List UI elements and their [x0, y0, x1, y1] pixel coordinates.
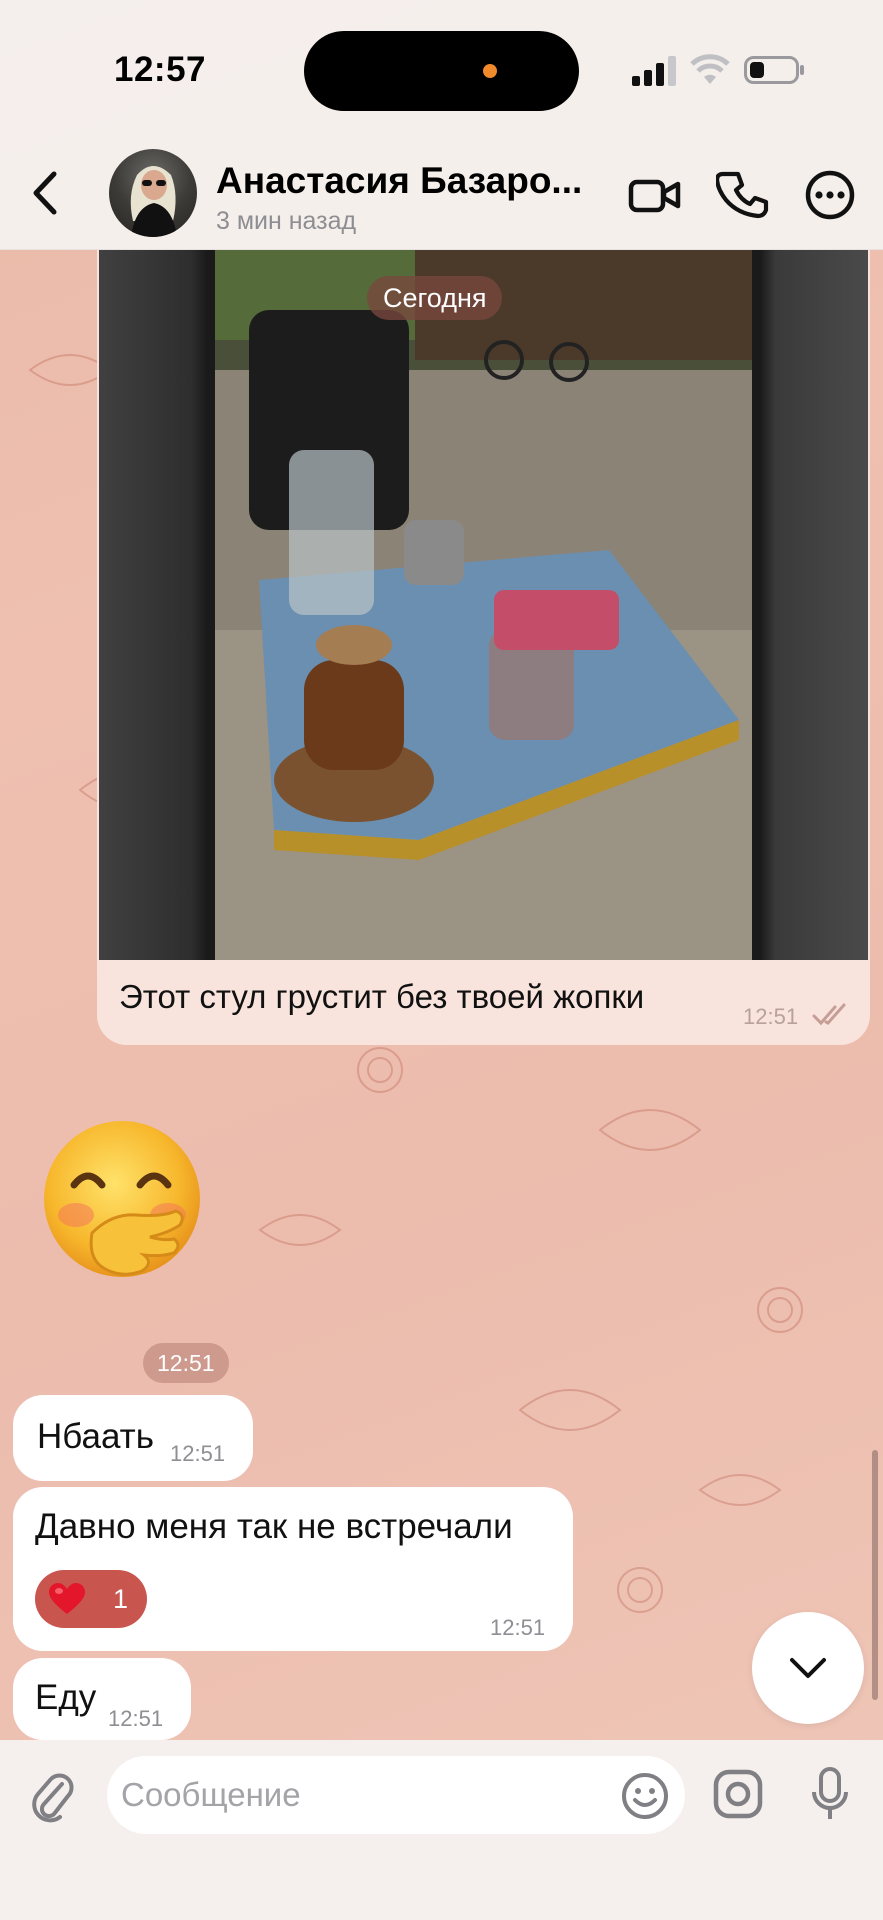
attach-icon[interactable] — [30, 1770, 76, 1824]
battery-icon — [744, 56, 804, 84]
photo-attachment[interactable] — [99, 250, 868, 960]
incoming-message[interactable]: Давно меня так не встречали 1 12:51 — [13, 1487, 573, 1651]
dynamic-island — [304, 31, 579, 111]
message-input[interactable] — [121, 1756, 601, 1834]
scrollbar[interactable] — [872, 1450, 878, 1700]
photo-message-bubble[interactable]: Этот стул грустит без твоей жопки 12:51 — [97, 250, 870, 1045]
wifi-icon — [690, 54, 730, 84]
chevron-down-icon — [790, 1658, 826, 1678]
status-time: 12:57 — [114, 50, 207, 89]
message-time: 12:51 — [490, 1615, 546, 1640]
message-text: Еду — [35, 1678, 97, 1717]
microphone-icon[interactable] — [810, 1766, 850, 1822]
message-time: 12:51 — [743, 1004, 799, 1029]
contact-avatar[interactable] — [109, 149, 197, 237]
sticker-icon[interactable] — [620, 1771, 670, 1821]
read-checkmarks-icon — [812, 1003, 846, 1026]
message-text: Нбаать — [37, 1417, 154, 1456]
last-seen-status: 3 мин назад — [216, 207, 357, 235]
message-input-field[interactable] — [107, 1756, 685, 1834]
incoming-message[interactable]: Еду 12:51 — [13, 1658, 191, 1740]
message-time: 12:51 — [108, 1706, 164, 1731]
camera-icon[interactable] — [712, 1768, 764, 1820]
date-separator: Сегодня — [367, 276, 503, 320]
more-icon[interactable] — [803, 168, 857, 222]
message-composer — [0, 1740, 883, 1920]
contact-name[interactable]: Анастасия Базаро... — [216, 160, 586, 202]
emoji-message-time: 12:51 — [143, 1343, 229, 1383]
reaction-badge[interactable]: 1 — [35, 1570, 147, 1628]
video-call-icon[interactable] — [628, 168, 682, 222]
chat-header: 12:57 Анастасия Базаро... 3 мин назад — [0, 0, 883, 250]
phone-icon[interactable] — [716, 168, 770, 222]
face-with-hand-over-mouth-emoji[interactable] — [34, 1115, 214, 1295]
red-heart-icon — [49, 1583, 85, 1614]
back-icon[interactable] — [26, 168, 66, 218]
reaction-count: 1 — [113, 1584, 129, 1614]
scroll-to-bottom-button[interactable] — [752, 1612, 864, 1724]
photo-caption: Этот стул грустит без твоей жопки — [119, 978, 645, 1015]
message-text: Давно меня так не встречали — [35, 1507, 513, 1546]
incoming-message[interactable]: Нбаать 12:51 — [13, 1395, 253, 1481]
message-time: 12:51 — [170, 1441, 226, 1466]
cellular-signal-icon — [632, 56, 676, 86]
